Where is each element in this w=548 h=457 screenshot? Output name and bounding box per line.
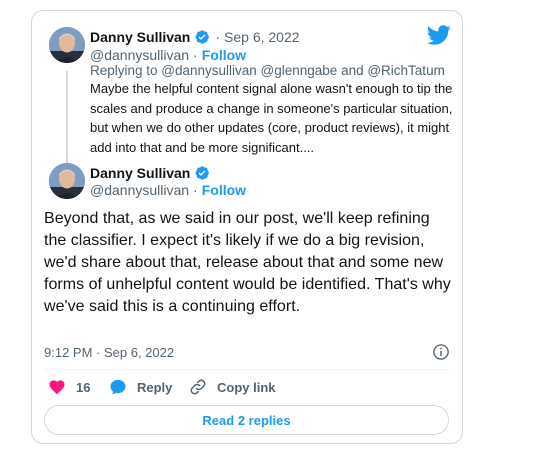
tweet-embed-card: Danny Sullivan · Sep 6, 2022 @dannysulli… [31, 10, 463, 444]
main-handle-row: @dannysullivan · Follow [90, 181, 246, 199]
copy-link-label: Copy link [217, 379, 276, 395]
reply-label: Reply [137, 379, 173, 395]
replying-to-text[interactable]: Replying to @dannysullivan @glenngabe an… [90, 63, 445, 78]
read-replies-button[interactable]: Read 2 replies [44, 405, 449, 435]
twitter-bird-icon[interactable] [427, 23, 451, 47]
divider [44, 369, 450, 370]
reply-button[interactable]: Reply [109, 377, 172, 397]
author-name[interactable]: Danny Sullivan [90, 165, 190, 181]
date-separator: · [215, 29, 221, 45]
parent-tweet-header: Danny Sullivan · Sep 6, 2022 [90, 27, 300, 47]
tweet-timestamp[interactable]: 9:12 PM · Sep 6, 2022 [44, 345, 174, 360]
verified-badge-icon [195, 166, 210, 180]
thread-connector-line [66, 71, 68, 165]
main-tweet-header: Danny Sullivan [90, 163, 210, 183]
main-tweet-text: Beyond that, as we said in our post, we'… [44, 210, 451, 315]
author-name[interactable]: Danny Sullivan [90, 29, 190, 45]
reply-bubble-icon [110, 379, 126, 395]
info-icon[interactable] [432, 343, 450, 361]
parent-tweet-text: Maybe the helpful content signal alone w… [90, 81, 453, 155]
avatar[interactable] [49, 163, 85, 199]
follow-button[interactable]: Follow [202, 182, 246, 198]
copy-link-button[interactable]: Copy link [189, 377, 276, 397]
verified-badge-icon [195, 30, 210, 44]
like-count: 16 [76, 379, 91, 395]
like-button[interactable]: 16 [48, 377, 90, 397]
link-icon [190, 379, 206, 395]
follow-separator: · [193, 182, 198, 198]
author-handle[interactable]: @dannysullivan [90, 182, 189, 198]
avatar[interactable] [49, 27, 85, 63]
replying-to-line: Replying to @dannysullivan @glenngabe an… [90, 61, 445, 79]
heart-icon [49, 380, 65, 395]
tweet-date[interactable]: Sep 6, 2022 [224, 29, 300, 45]
